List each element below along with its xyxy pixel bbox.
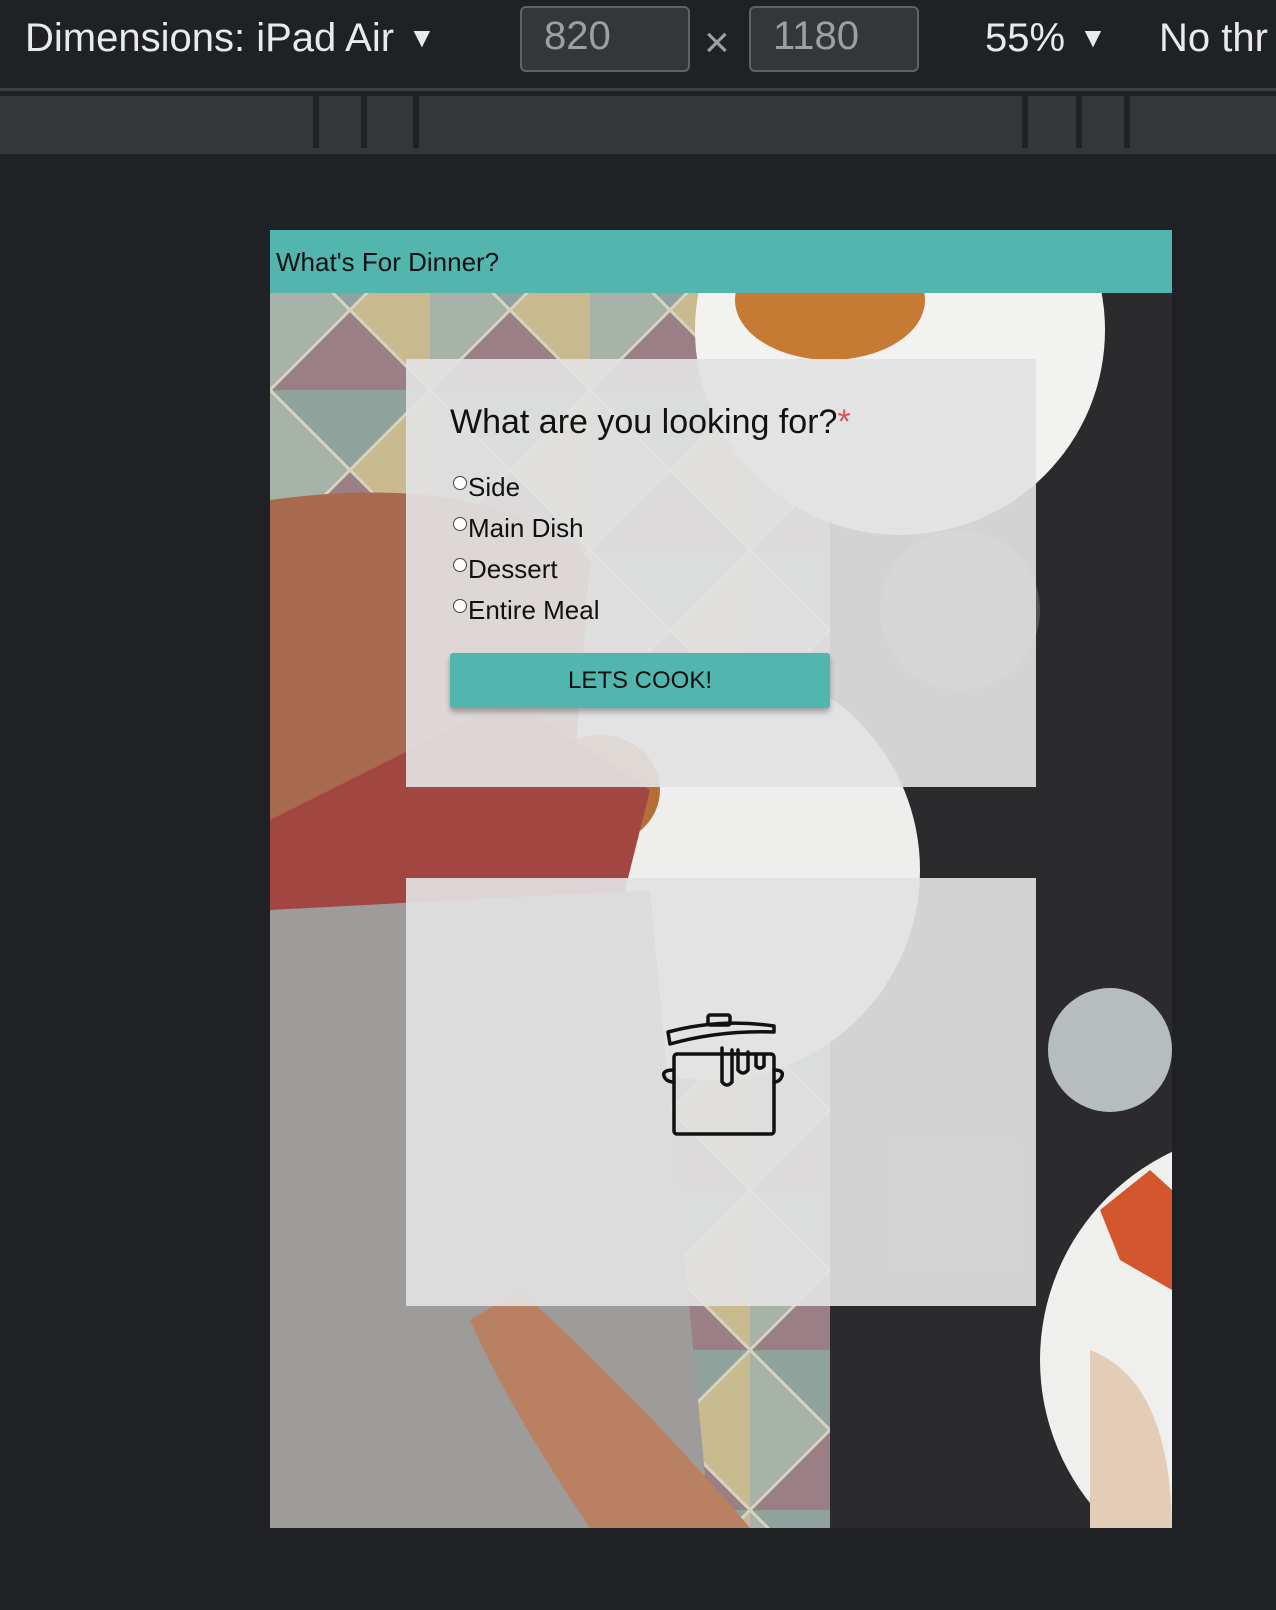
- option-label: Main Dish: [468, 512, 584, 543]
- times-icon: ×: [704, 18, 730, 67]
- required-marker: *: [837, 403, 851, 441]
- option-main-dish[interactable]: Main Dish: [453, 510, 584, 546]
- radio-button[interactable]: [453, 517, 467, 531]
- media-query-divider: [313, 96, 319, 148]
- option-label: Side: [468, 471, 521, 502]
- form-question: What are you looking for?*: [450, 403, 851, 442]
- recipe-result-card: [406, 878, 1036, 1306]
- radio-button[interactable]: [453, 558, 467, 572]
- navbar: What's For Dinner?: [270, 230, 1172, 293]
- option-label: Entire Meal: [468, 594, 600, 625]
- option-label: Dessert: [468, 553, 558, 584]
- height-input[interactable]: 1180: [749, 6, 919, 72]
- media-query-divider: [1022, 96, 1028, 148]
- zoom-select[interactable]: 55% ▼: [985, 16, 1107, 61]
- zoom-value: 55%: [985, 16, 1066, 60]
- caret-down-icon: ▼: [408, 22, 436, 53]
- lets-cook-button[interactable]: LETS COOK!: [450, 653, 830, 708]
- radio-button[interactable]: [453, 599, 467, 613]
- option-side[interactable]: Side: [453, 469, 520, 505]
- meal-type-form: What are you looking for?* Side Main Dis…: [406, 359, 1036, 787]
- site-title[interactable]: What's For Dinner?: [276, 247, 499, 278]
- cooking-pot-icon: [661, 1013, 784, 1136]
- device-toolbar: Dimensions: iPad Air ▼ 820 × 1180 55% ▼ No…: [0, 0, 1276, 91]
- media-query-divider: [361, 96, 367, 148]
- device-select[interactable]: Dimensions: iPad Air ▼: [25, 16, 436, 61]
- caret-down-icon: ▼: [1079, 22, 1107, 53]
- radio-button[interactable]: [453, 476, 467, 490]
- media-query-bar: [0, 96, 1276, 154]
- option-dessert[interactable]: Dessert: [453, 551, 558, 587]
- width-input[interactable]: 820: [520, 6, 690, 72]
- option-entire-meal[interactable]: Entire Meal: [453, 592, 600, 628]
- media-query-divider: [413, 96, 419, 148]
- media-query-divider: [1124, 96, 1130, 148]
- device-viewport: What's For Dinner? What are you looking …: [270, 230, 1172, 1528]
- device-select-label: Dimensions: iPad Air: [25, 16, 395, 60]
- media-query-divider: [1076, 96, 1082, 148]
- throttle-select[interactable]: No thr: [1159, 16, 1268, 61]
- question-text: What are you looking for?: [450, 403, 838, 441]
